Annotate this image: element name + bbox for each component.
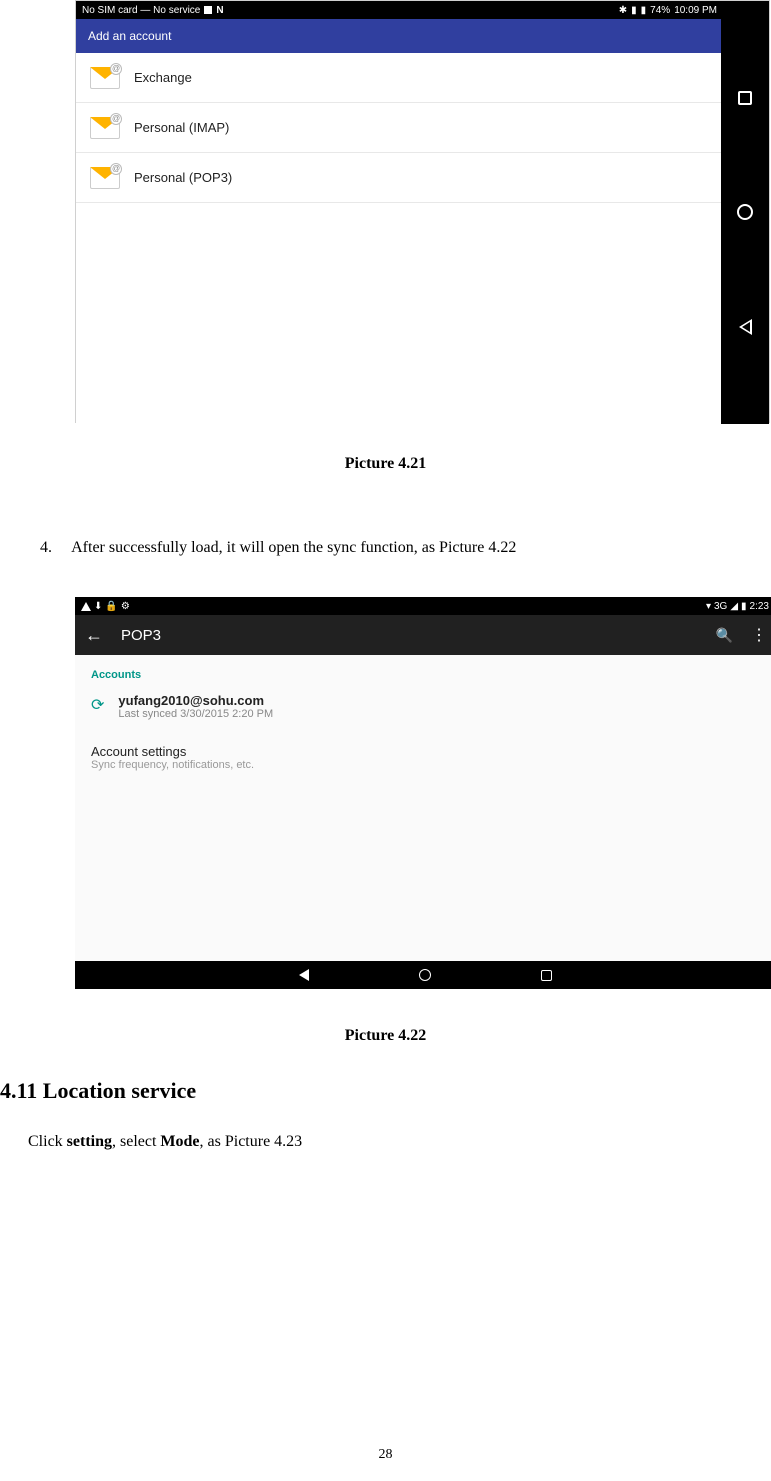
back-icon[interactable] — [299, 969, 309, 981]
status-bar: ⬇ 🔒 ⚙ ▾ 3G ◢ ▮ 2:23 — [75, 597, 771, 615]
android-nav-bar — [721, 1, 769, 424]
para-bold: Mode — [160, 1133, 199, 1150]
search-icon[interactable]: 🔍 — [716, 627, 733, 644]
settings-content: Accounts ⟳ yufang2010@sohu.com Last sync… — [75, 655, 771, 961]
step-number: 4. — [40, 536, 68, 560]
battery-icon: ▮ — [641, 5, 647, 16]
screen-title: Add an account — [76, 19, 723, 53]
mail-icon: @ — [90, 67, 120, 89]
android-nav-bar — [75, 961, 771, 989]
account-option-pop3[interactable]: @ Personal (POP3) — [76, 153, 723, 203]
paragraph: Click setting, select Mode, as Picture 4… — [28, 1133, 302, 1151]
home-icon[interactable] — [419, 969, 431, 981]
signal-icon: ▮ — [631, 5, 637, 16]
back-icon[interactable] — [739, 319, 752, 335]
status-bar: No SIM card — No service ✱ ▮ ▮ 74% 10:09… — [76, 1, 723, 19]
para-text: Click — [28, 1133, 67, 1150]
recent-apps-icon[interactable] — [541, 970, 552, 981]
bluetooth-icon: ✱ — [619, 5, 627, 16]
account-option-imap[interactable]: @ Personal (IMAP) — [76, 103, 723, 153]
appbar-title: POP3 — [121, 627, 698, 644]
accounts-section-label: Accounts — [91, 663, 759, 687]
home-icon[interactable] — [737, 204, 753, 220]
screenshot-pop3-sync: ⬇ 🔒 ⚙ ▾ 3G ◢ ▮ 2:23 ← POP3 🔍 ⋮ Accounts … — [75, 597, 771, 989]
download-icon: ⬇ — [94, 601, 102, 612]
lock-icon: 🔒 — [105, 601, 117, 612]
screenshot1-screen: No SIM card — No service ✱ ▮ ▮ 74% 10:09… — [76, 1, 723, 424]
account-option-label: Personal (IMAP) — [134, 120, 229, 135]
account-settings-sub: Sync frequency, notifications, etc. — [91, 759, 759, 771]
battery-icon: ▮ — [741, 601, 747, 612]
account-settings-title: Account settings — [91, 734, 759, 759]
status-sim: No SIM card — No service — [82, 5, 200, 16]
page-number: 28 — [0, 1447, 771, 1463]
status-time: 10:09 PM — [674, 5, 717, 16]
warning-icon — [81, 602, 91, 611]
step-4: 4. After successfully load, it will open… — [40, 536, 740, 560]
mail-icon: @ — [90, 167, 120, 189]
para-text: , as Picture 4.23 — [200, 1133, 303, 1150]
signal-icon: ▾ — [706, 601, 711, 612]
recent-apps-icon[interactable] — [738, 91, 752, 105]
account-settings-row[interactable]: Account settings Sync frequency, notific… — [91, 734, 759, 771]
account-option-exchange[interactable]: @ Exchange — [76, 53, 723, 103]
status-battery: 74% — [650, 5, 670, 16]
mail-icon: @ — [90, 117, 120, 139]
image-icon — [204, 6, 212, 14]
n-icon — [216, 5, 223, 16]
account-option-label: Personal (POP3) — [134, 170, 232, 185]
sync-icon: ⟳ — [91, 695, 104, 715]
step-text: After successfully load, it will open th… — [71, 539, 516, 556]
account-row[interactable]: ⟳ yufang2010@sohu.com Last synced 3/30/2… — [91, 687, 759, 734]
figure-caption: Picture 4.22 — [0, 1027, 771, 1045]
app-bar: ← POP3 🔍 ⋮ — [75, 615, 771, 655]
section-heading: 4.11 Location service — [0, 1078, 196, 1104]
screenshot-add-account: No SIM card — No service ✱ ▮ ▮ 74% 10:09… — [75, 0, 770, 423]
account-email: yufang2010@sohu.com — [118, 693, 273, 708]
para-text: , select — [112, 1133, 160, 1150]
signal-bars-icon: ◢ — [730, 601, 738, 612]
account-last-synced: Last synced 3/30/2015 2:20 PM — [118, 708, 273, 720]
status-network: 3G — [714, 601, 727, 612]
back-arrow-icon[interactable]: ← — [85, 625, 103, 646]
account-option-label: Exchange — [134, 70, 192, 85]
figure-caption: Picture 4.21 — [0, 455, 771, 473]
more-icon[interactable]: ⋮ — [751, 625, 765, 645]
settings-small-icon: ⚙ — [121, 601, 130, 612]
para-bold: setting — [67, 1133, 112, 1150]
status-time: 2:23 — [750, 601, 769, 612]
